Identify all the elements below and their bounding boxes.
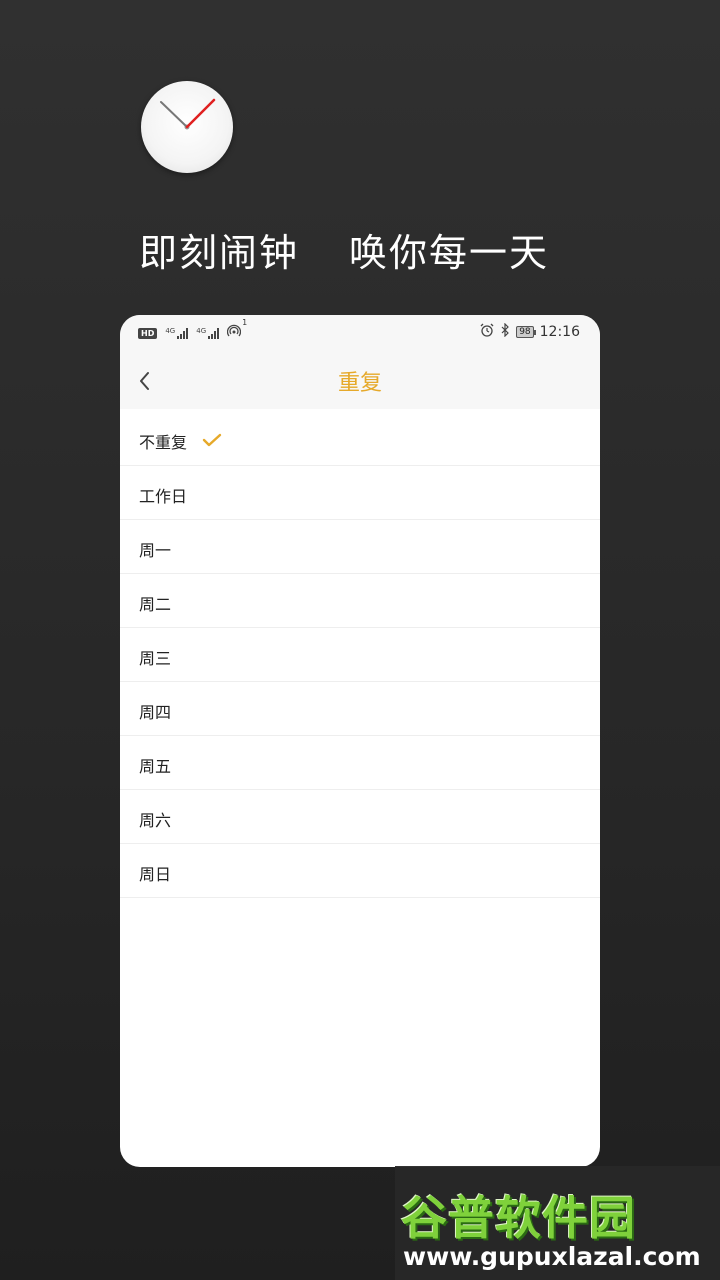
list-item-label: 工作日 [139, 487, 188, 506]
check-icon [202, 432, 222, 452]
watermark-title: 谷普软件园 [401, 1191, 636, 1245]
list-item-no-repeat[interactable]: 不重复 [120, 409, 600, 466]
watermark: 谷普软件园 www.gupuxlazal.com [395, 1166, 720, 1280]
hotspot-count: 1 [242, 318, 248, 327]
signal-icon-2: 4G [196, 327, 220, 339]
list-item-wednesday[interactable]: 周三 [120, 628, 600, 682]
list-item-friday[interactable]: 周五 [120, 736, 600, 790]
signal-label-1: 4G [165, 327, 176, 335]
list-item-label: 周五 [139, 757, 172, 776]
battery-indicator: 98 [516, 326, 537, 338]
list-item-monday[interactable]: 周一 [120, 520, 600, 574]
page-title: 重复 [337, 371, 382, 396]
list-item-saturday[interactable]: 周六 [120, 790, 600, 844]
repeat-options-list: 不重复 工作日 周一 周二 周三 周四 周五 周六 周日 [120, 409, 600, 898]
watermark-url: www.gupuxlazal.com [403, 1242, 701, 1271]
hd-badge: HD [138, 327, 158, 339]
list-item-label: 周二 [139, 595, 172, 614]
signal-label-2: 4G [196, 327, 207, 335]
list-item-workdays[interactable]: 工作日 [120, 466, 600, 520]
clock-logo-icon [141, 81, 233, 173]
list-item-thursday[interactable]: 周四 [120, 682, 600, 736]
status-time: 12:16 [539, 324, 580, 340]
bluetooth-icon [500, 322, 510, 341]
list-item-label: 周三 [139, 649, 172, 668]
tagline-left: 即刻闹钟 [139, 231, 300, 275]
list-item-label: 周一 [139, 541, 172, 560]
list-item-tuesday[interactable]: 周二 [120, 574, 600, 628]
list-item-label: 周六 [139, 811, 172, 830]
list-item-sunday[interactable]: 周日 [120, 844, 600, 898]
list-item-label: 周四 [139, 703, 172, 722]
list-item-label: 不重复 [139, 433, 188, 452]
list-item-label: 周日 [139, 865, 172, 884]
status-bar: HD 4G 4G 1 98 12:16 [120, 315, 600, 351]
alarm-icon [480, 323, 494, 341]
signal-icon: 4G [165, 327, 189, 339]
phone-screen: HD 4G 4G 1 98 12:16 重复 不重复 工作日 周一 周二 周三 … [120, 315, 600, 1167]
nav-bar: 重复 [120, 351, 600, 409]
tagline-right: 唤你每一天 [349, 231, 550, 275]
hotspot-icon: 1 [226, 318, 247, 342]
